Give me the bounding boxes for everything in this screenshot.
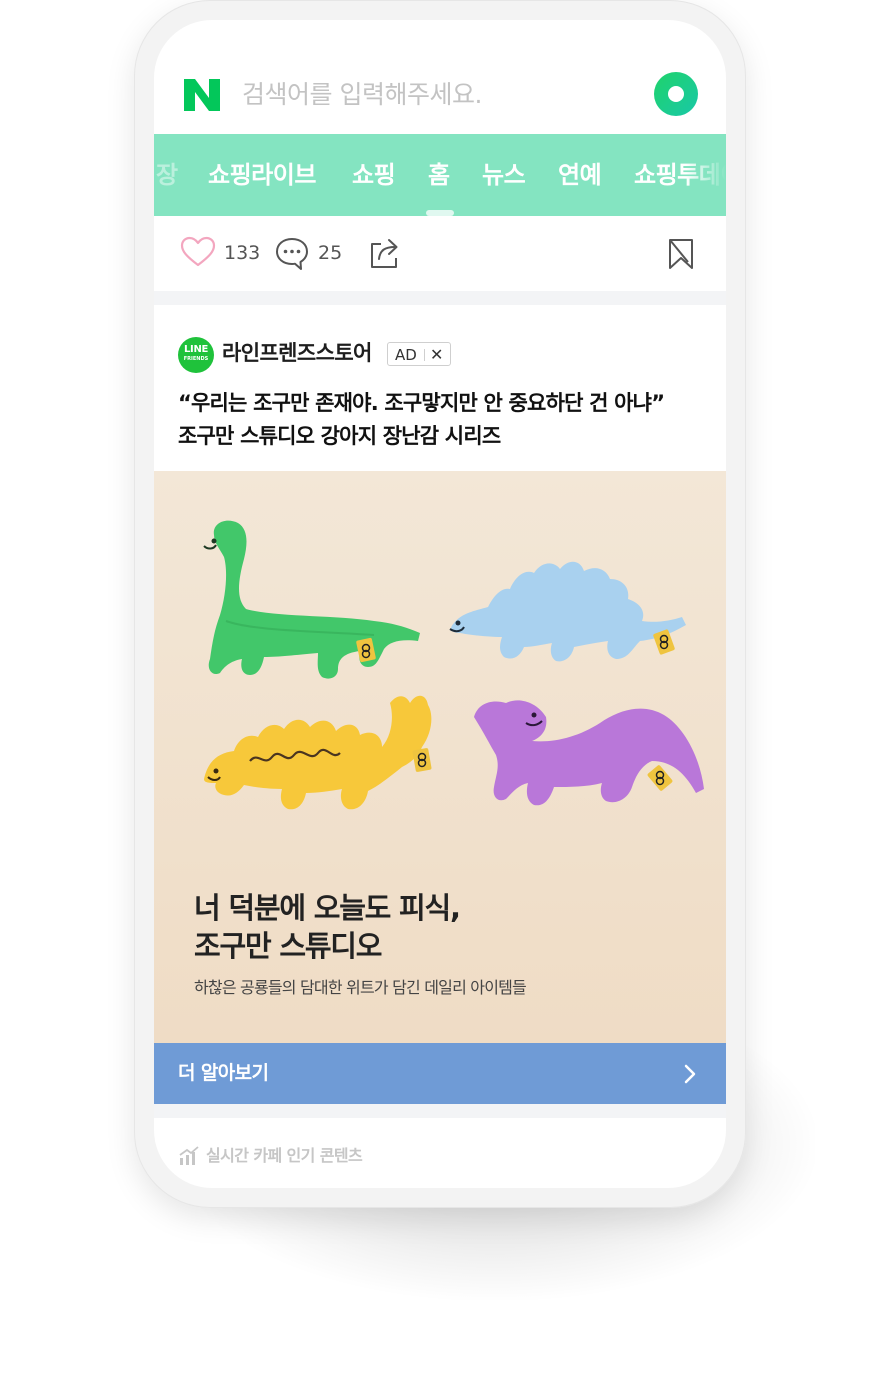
ad-banner-image[interactable]: 너 덕분에 오늘도 피식, 조구만 스튜디오 하찮은 공룡들의 담대한 위트가 … (154, 471, 726, 1043)
tab-news[interactable]: 뉴스 (482, 160, 526, 190)
dinosaur-plush-illustration (203, 520, 704, 810)
share-icon[interactable] (368, 236, 402, 270)
stage: 검색어를 입력해주세요. 장 쇼핑라이브 쇼핑 홈 뉴스 연예 쇼핑투데이 13… (0, 0, 880, 1380)
like-count: 133 (224, 242, 261, 264)
trending-cafe-label[interactable]: 실시간 카페 인기 콘텐츠 (206, 1145, 363, 1167)
line-friends-logo[interactable]: LINE FRIENDS (178, 337, 214, 373)
chevron-right-icon (684, 1064, 696, 1084)
tab-partial-left[interactable]: 장 (156, 160, 178, 190)
tab-fade-overlay (686, 134, 726, 216)
purple-dinosaur-plush (474, 700, 704, 806)
tab-shopping[interactable]: 쇼핑 (352, 160, 396, 190)
category-tab-bar: 장 쇼핑라이브 쇼핑 홈 뉴스 연예 쇼핑투데이 (154, 134, 726, 216)
ad-headline-line-2[interactable]: 조구만 스튜디오 강아지 장난감 시리즈 (178, 420, 718, 452)
green-circle-icon[interactable] (654, 72, 698, 116)
trending-chart-icon (179, 1146, 199, 1165)
comment-icon[interactable] (274, 236, 310, 272)
bookmark-icon[interactable] (666, 238, 696, 270)
comment-count: 25 (318, 242, 343, 264)
section-divider (154, 291, 726, 305)
heart-icon[interactable] (180, 236, 216, 268)
ad-label: AD (395, 346, 417, 364)
tab-home[interactable]: 홈 (428, 160, 450, 190)
yellow-dinosaur-plush (204, 695, 432, 810)
ad-badge[interactable]: AD ✕ (387, 342, 451, 366)
learn-more-button[interactable]: 더 알아보기 (154, 1043, 726, 1104)
search-input[interactable]: 검색어를 입력해주세요. (242, 78, 482, 112)
close-ad-icon[interactable]: ✕ (430, 344, 443, 365)
section-divider-2 (154, 1104, 726, 1118)
active-tab-indicator (426, 210, 454, 216)
blue-dinosaur-plush (449, 561, 686, 662)
tab-shopping-live[interactable]: 쇼핑라이브 (208, 160, 316, 190)
banner-title-line-2: 조구만 스튜디오 (194, 929, 382, 963)
banner-subtitle: 하찮은 공룡들의 담대한 위트가 담긴 데일리 아이템들 (194, 978, 527, 997)
banner-title-line-1: 너 덕분에 오늘도 피식, (194, 891, 461, 925)
ad-badge-separator (424, 349, 425, 361)
phone-screen: 검색어를 입력해주세요. 장 쇼핑라이브 쇼핑 홈 뉴스 연예 쇼핑투데이 13… (154, 20, 726, 1188)
advertiser-name[interactable]: 라인프렌즈스토어 (222, 338, 372, 368)
green-dinosaur-plush (203, 520, 420, 679)
tab-entertainment[interactable]: 연예 (558, 160, 602, 190)
naver-logo-icon[interactable] (182, 78, 222, 112)
ad-headline-line-1[interactable]: “우리는 조구만 존재야. 조구맣지만 안 중요하단 건 아냐” (178, 387, 718, 419)
learn-more-label: 더 알아보기 (178, 1062, 269, 1084)
